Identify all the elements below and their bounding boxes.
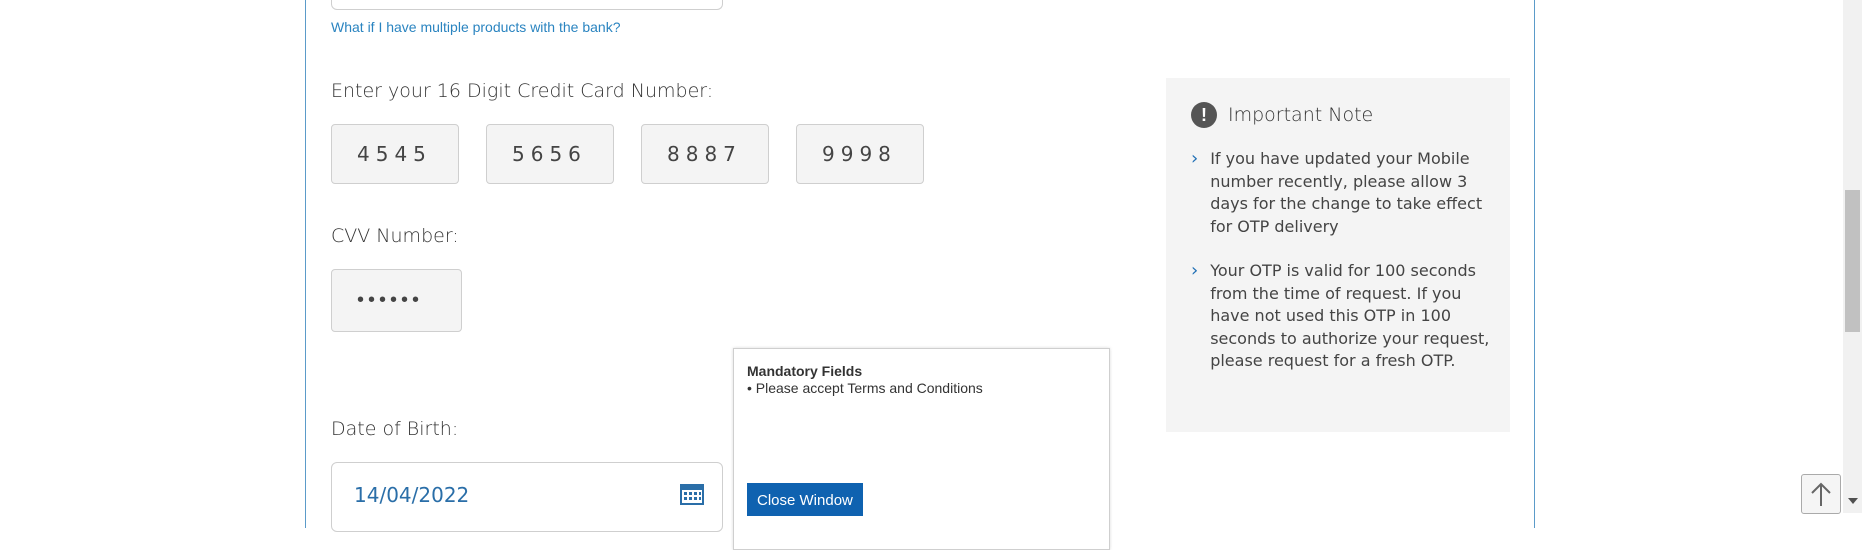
note-title: Important Note	[1228, 104, 1374, 126]
arrow-up-icon	[1811, 482, 1831, 506]
calendar-icon[interactable]	[680, 483, 704, 505]
note-header: ! Important Note	[1191, 102, 1373, 128]
popup-title: Mandatory Fields	[747, 363, 863, 379]
dob-label: Date of Birth:	[331, 418, 459, 440]
scroll-down-arrow-icon[interactable]	[1848, 498, 1858, 504]
chevron-right-icon: ›	[1191, 148, 1199, 169]
note-item: › Your OTP is valid for 100 seconds from…	[1191, 260, 1491, 373]
chevron-right-icon: ›	[1191, 260, 1199, 281]
cc-group-3-input[interactable]: 8887	[641, 124, 769, 184]
multiple-products-help-link[interactable]: What if I have multiple products with th…	[331, 19, 620, 35]
cvv-input[interactable]: ••••••	[331, 269, 462, 332]
page-scrollbar[interactable]	[1843, 0, 1862, 513]
cvv-label: CVV Number:	[331, 225, 459, 247]
previous-input-field[interactable]	[331, 0, 723, 10]
note-item-text: If you have updated your Mobile number r…	[1210, 149, 1483, 236]
note-item-text: Your OTP is valid for 100 seconds from t…	[1210, 261, 1490, 370]
dob-input[interactable]: 14/04/2022	[331, 462, 723, 532]
cc-group-4-input[interactable]: 9998	[796, 124, 924, 184]
popup-message: • Please accept Terms and Conditions	[747, 380, 983, 396]
back-to-top-button[interactable]	[1801, 474, 1841, 514]
dob-value: 14/04/2022	[354, 483, 470, 507]
cc-group-1-input[interactable]: 4545	[331, 124, 459, 184]
scrollbar-thumb[interactable]	[1845, 190, 1860, 332]
close-window-button[interactable]: Close Window	[747, 483, 863, 516]
note-item: › If you have updated your Mobile number…	[1191, 148, 1491, 238]
mandatory-fields-popup: Mandatory Fields • Please accept Terms a…	[733, 348, 1110, 550]
cc-group-2-input[interactable]: 5656	[486, 124, 614, 184]
exclamation-icon: !	[1191, 102, 1217, 128]
cc-number-label: Enter your 16 Digit Credit Card Number:	[331, 80, 714, 102]
important-note-panel: ! Important Note › If you have updated y…	[1166, 78, 1510, 432]
